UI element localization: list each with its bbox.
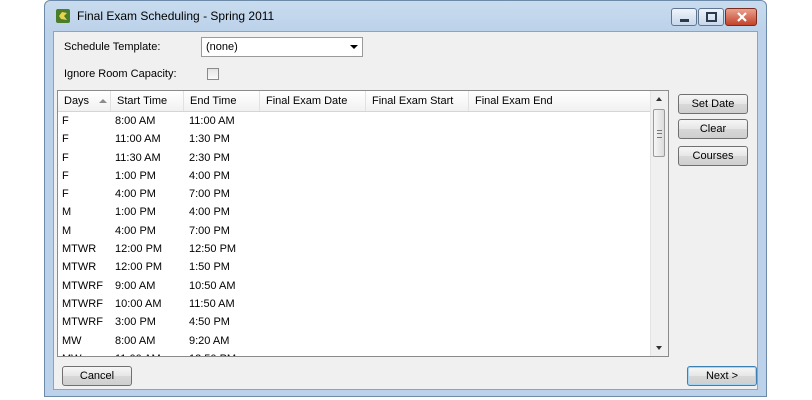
- start-time-cell: 4:00 PM: [115, 188, 156, 201]
- days-cell: F: [62, 115, 69, 127]
- column-header-end-time[interactable]: End Time: [184, 91, 260, 111]
- schedule-template-label: Schedule Template:: [64, 41, 161, 53]
- sort-ascending-icon: [99, 99, 107, 103]
- table-row[interactable]: F 8:00 AM 11:00 AM: [58, 112, 652, 130]
- grid-header: Days Start Time End Time Final Exam Date…: [58, 91, 652, 112]
- ignore-capacity-checkbox[interactable]: [207, 68, 219, 80]
- window-title: Final Exam Scheduling - Spring 2011: [77, 9, 275, 23]
- schedule-template-value: (none): [206, 41, 238, 53]
- ignore-capacity-label: Ignore Room Capacity:: [64, 68, 177, 80]
- days-cell: F: [62, 169, 69, 182]
- start-time-cell: 3:00 PM: [115, 316, 156, 329]
- end-time-cell: 11:00 AM: [189, 115, 235, 127]
- start-time-cell: 11:00 AM: [115, 353, 161, 356]
- column-header-final-exam-start[interactable]: Final Exam Start: [366, 91, 469, 111]
- table-row[interactable]: M 4:00 PM 7:00 PM: [58, 222, 652, 240]
- days-cell: F: [62, 151, 69, 164]
- days-cell: MTWRF: [62, 297, 103, 310]
- scrollbar-thumb[interactable]: [653, 109, 665, 157]
- start-time-cell: 8:00 AM: [115, 334, 156, 347]
- table-row[interactable]: F 11:00 AM 1:30 PM: [58, 130, 652, 148]
- table-row[interactable]: MTWR 12:00 PM 12:50 PM: [58, 240, 652, 258]
- days-cell: MTWRF: [62, 316, 103, 329]
- grid-rows: F 8:00 AM 11:00 AM F 11:00 AM 1:30 PM F 11:30 A…: [58, 112, 652, 356]
- set-date-button[interactable]: Set Date: [678, 94, 748, 114]
- close-button[interactable]: [725, 8, 757, 26]
- end-time-cell: 9:20 AM: [189, 334, 230, 347]
- end-time-cell: 4:50 PM: [189, 316, 230, 329]
- close-icon: [737, 12, 747, 22]
- end-time-cell: 2:30 PM: [189, 151, 230, 164]
- chevron-down-icon: [350, 45, 358, 49]
- end-time-cell: 12:50 PM: [189, 243, 237, 256]
- days-cell: M: [62, 224, 72, 237]
- end-time-cell: 7:00 PM: [189, 188, 230, 201]
- end-time-cell: 10:50 AM: [189, 279, 236, 292]
- start-time-cell: 9:00 AM: [115, 279, 156, 292]
- days-cell: MW: [62, 334, 82, 347]
- table-row[interactable]: MTWRF 10:00 AM 11:50 AM: [58, 295, 652, 313]
- table-row[interactable]: MW 8:00 AM 9:20 AM: [58, 332, 652, 350]
- table-row[interactable]: MTWR 12:00 PM 1:50 PM: [58, 258, 652, 276]
- days-cell: MTWR: [62, 243, 97, 256]
- schedule-template-dropdown[interactable]: (none): [201, 37, 363, 57]
- end-time-cell: 4:00 PM: [189, 206, 230, 219]
- start-time-cell: 4:00 PM: [115, 224, 156, 237]
- maximize-button[interactable]: [698, 8, 724, 26]
- column-header-label: Days: [64, 95, 90, 107]
- grip-icon: [657, 130, 662, 138]
- column-header-final-exam-end[interactable]: Final Exam End: [469, 91, 652, 111]
- column-header-label: Final Exam Date: [266, 95, 348, 107]
- start-time-cell: 1:00 PM: [115, 206, 156, 219]
- end-time-cell: 12:50 PM: [189, 353, 236, 356]
- next-button[interactable]: Next >: [687, 366, 757, 386]
- scroll-down-icon[interactable]: [651, 339, 668, 356]
- dialog-window: Final Exam Scheduling - Spring 2011 Sche…: [44, 0, 767, 397]
- app-icon: [55, 8, 71, 24]
- start-time-cell: 12:00 PM: [115, 261, 163, 274]
- title-bar[interactable]: Final Exam Scheduling - Spring 2011: [45, 1, 766, 31]
- end-time-cell: 1:50 PM: [189, 261, 230, 274]
- column-header-start-time[interactable]: Start Time: [111, 91, 184, 111]
- column-header-final-exam-date[interactable]: Final Exam Date: [260, 91, 366, 111]
- table-row[interactable]: M 1:00 PM 4:00 PM: [58, 203, 652, 221]
- column-header-label: Start Time: [117, 95, 168, 107]
- courses-button[interactable]: Courses: [678, 146, 748, 166]
- days-cell: MTWR: [62, 261, 97, 274]
- end-time-cell: 1:30 PM: [189, 133, 230, 146]
- table-row[interactable]: MW 11:00 AM 12:50 PM: [58, 350, 652, 356]
- clear-button[interactable]: Clear: [678, 119, 748, 139]
- column-header-label: Final Exam End: [475, 95, 553, 107]
- start-time-cell: 1:00 PM: [115, 169, 156, 182]
- column-header-label: End Time: [190, 95, 237, 107]
- start-time-cell: 11:00 AM: [115, 133, 161, 146]
- days-cell: MW: [62, 353, 82, 356]
- start-time-cell: 11:30 AM: [115, 151, 161, 164]
- table-row[interactable]: MTWRF 3:00 PM 4:50 PM: [58, 313, 652, 331]
- table-row[interactable]: F 1:00 PM 4:00 PM: [58, 167, 652, 185]
- dialog-body: Schedule Template: (none) Ignore Room Ca…: [53, 31, 758, 390]
- start-time-cell: 12:00 PM: [115, 243, 163, 256]
- table-row[interactable]: F 4:00 PM 7:00 PM: [58, 185, 652, 203]
- column-header-label: Final Exam Start: [372, 95, 454, 107]
- minimize-icon: [680, 19, 689, 22]
- start-time-cell: 10:00 AM: [115, 297, 162, 310]
- scroll-up-icon[interactable]: [651, 91, 668, 108]
- days-cell: F: [62, 188, 69, 201]
- cancel-button[interactable]: Cancel: [62, 366, 132, 386]
- end-time-cell: 7:00 PM: [189, 224, 230, 237]
- table-row[interactable]: F 11:30 AM 2:30 PM: [58, 149, 652, 167]
- end-time-cell: 11:50 AM: [189, 297, 235, 310]
- vertical-scrollbar[interactable]: [650, 91, 668, 356]
- days-cell: M: [62, 206, 72, 219]
- days-cell: F: [62, 133, 69, 146]
- exam-times-grid: Days Start Time End Time Final Exam Date…: [57, 90, 669, 357]
- table-row[interactable]: MTWRF 9:00 AM 10:50 AM: [58, 277, 652, 295]
- column-header-days[interactable]: Days: [58, 91, 111, 111]
- days-cell: MTWRF: [62, 279, 103, 292]
- start-time-cell: 8:00 AM: [115, 115, 156, 127]
- minimize-button[interactable]: [671, 8, 697, 26]
- end-time-cell: 4:00 PM: [189, 169, 230, 182]
- maximize-icon: [706, 12, 717, 22]
